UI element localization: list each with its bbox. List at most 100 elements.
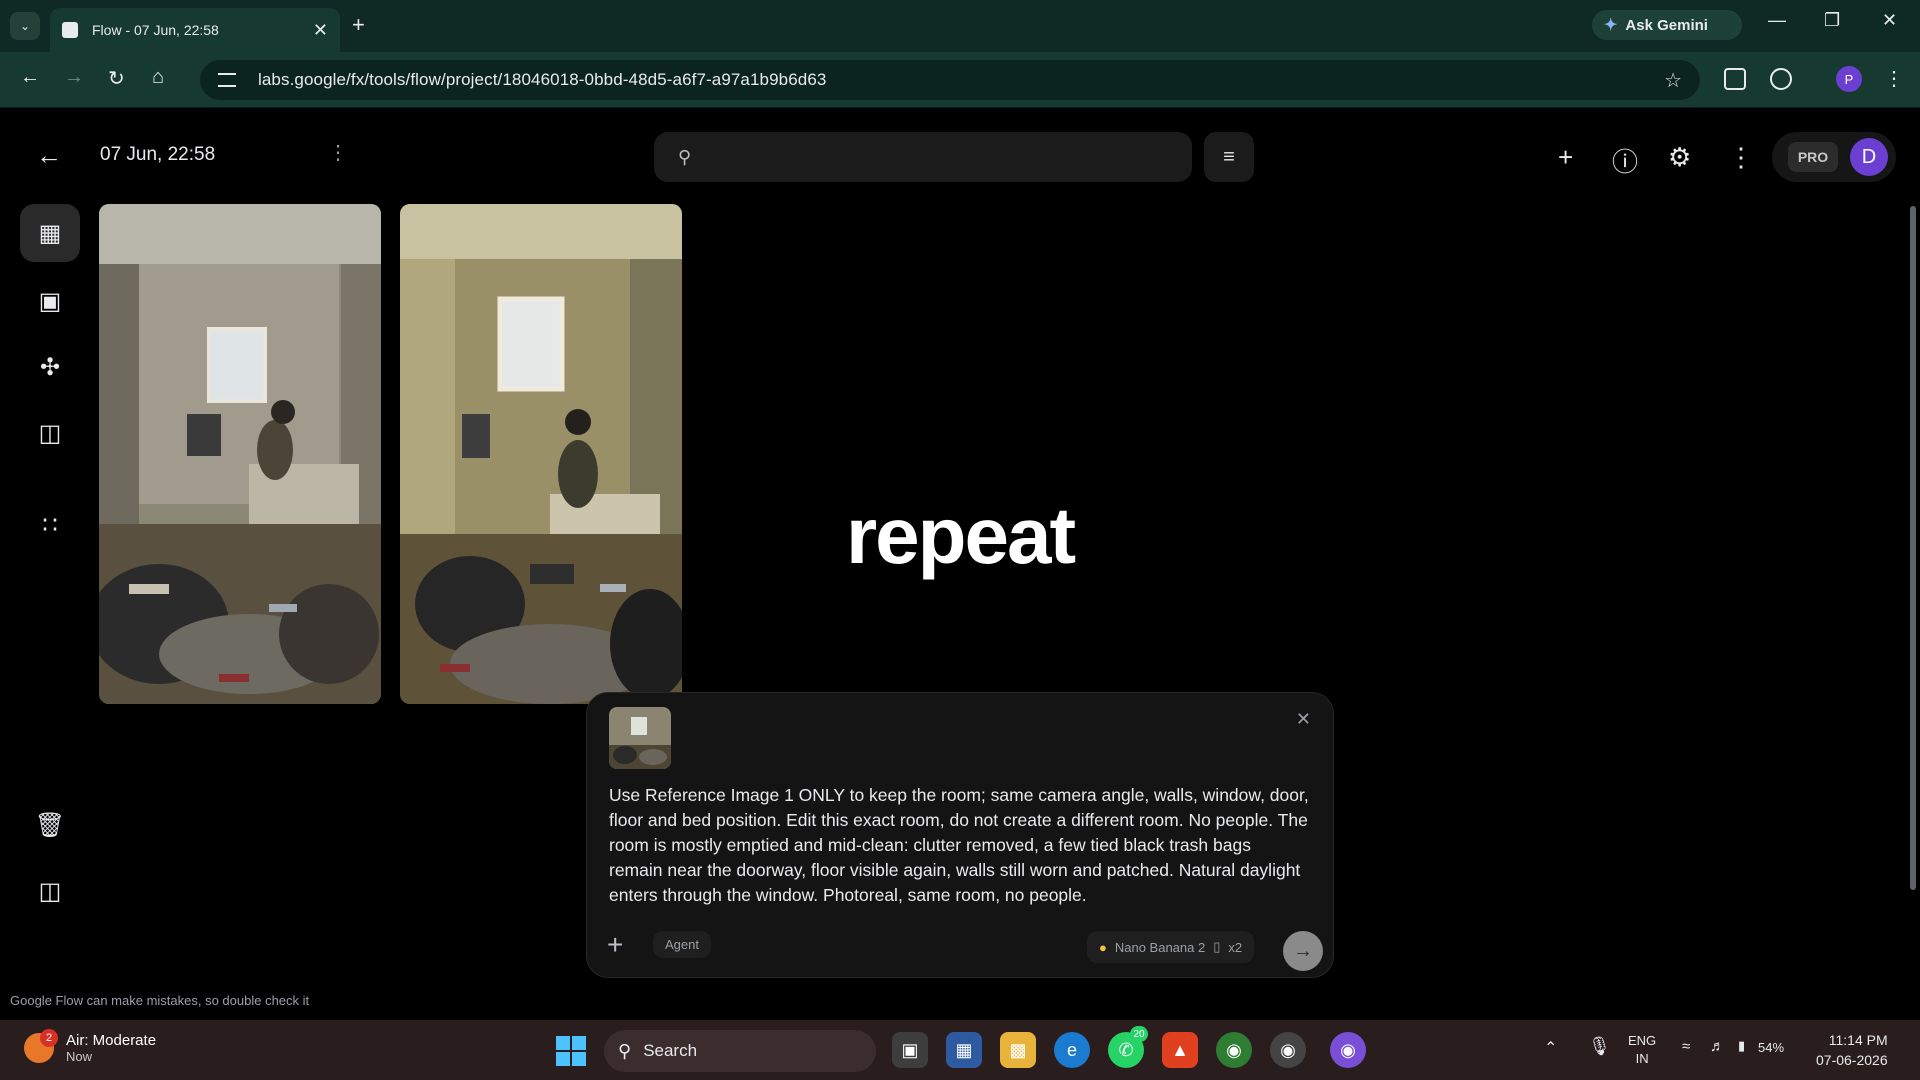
address-bar[interactable]: labs.google/fx/tools/flow/project/180460… [200, 60, 1700, 100]
home-icon[interactable]: ⌂ [152, 66, 164, 89]
window-close-icon[interactable]: ✕ [1882, 10, 1897, 31]
reference-room-image [609, 707, 671, 769]
restore-icon[interactable]: ❐ [1824, 10, 1840, 31]
battery-percent: 54% [1758, 1040, 1785, 1055]
language-bottom: IN [1635, 1051, 1649, 1066]
user-avatar[interactable]: D [1850, 138, 1888, 176]
browser-menu-icon[interactable]: ⋮ [1884, 66, 1904, 91]
chrome-profile-1-icon[interactable]: ◉ [1216, 1032, 1252, 1068]
model-selector[interactable]: ● Nano Banana 2 ▯ x2 [1087, 931, 1255, 963]
weather-subtitle: Now [66, 1049, 93, 1064]
chrome-profile-2-icon[interactable]: ◉ [1270, 1032, 1306, 1068]
apps-sparkle-icon: ∷ [42, 511, 58, 539]
taskbar-search[interactable]: ⚲ Search [604, 1030, 876, 1072]
forward-arrow-icon[interactable]: → [64, 66, 84, 89]
account-group[interactable]: PRO D [1772, 132, 1896, 182]
browser-toolbar: ← → ↻ ⌂ labs.google/fx/tools/flow/projec… [0, 52, 1920, 108]
settings-gear-icon[interactable]: ⚙ [1668, 142, 1691, 173]
rail-panel-button[interactable]: ◫ [20, 862, 80, 920]
microphone-icon[interactable]: 🎙 [1588, 1036, 1611, 1057]
rail-tools-button[interactable]: ∷ [20, 496, 80, 554]
weather-icon: 2 [24, 1029, 58, 1063]
sidebar-panel-icon: ◫ [38, 877, 62, 905]
agent-chip[interactable]: Agent [653, 931, 711, 958]
browser-tab-active[interactable]: Flow - 07 Jun, 22:58 ✕ [50, 8, 340, 52]
wifi-icon[interactable]: ≈ [1682, 1038, 1690, 1055]
tray-overflow-icon[interactable]: ⌃ [1544, 1038, 1557, 1058]
search-input[interactable] [705, 148, 1168, 166]
task-view-icon[interactable]: ▣ [892, 1032, 928, 1068]
prompt-textarea[interactable]: Use Reference Image 1 ONLY to keep the r… [609, 783, 1309, 908]
grid-icon: ▦ [38, 219, 62, 247]
ask-gemini-button[interactable]: ✦ Ask Gemini [1592, 10, 1742, 40]
prompt-close-button[interactable]: ✕ [1296, 709, 1311, 730]
chevron-down-icon: ⌄ [19, 19, 31, 33]
extension-icon[interactable] [1770, 68, 1792, 90]
generated-image-2[interactable] [400, 204, 682, 704]
send-button[interactable]: → [1283, 931, 1323, 971]
weather-title: Air: Moderate [66, 1032, 157, 1049]
model-label: Nano Banana 2 [1114, 939, 1206, 955]
app-back-arrow-icon[interactable]: ← [36, 140, 62, 171]
aspect-ratio-icon: ▯ [1213, 939, 1221, 954]
windows-taskbar: 2 Air: Moderate Now ⚲ Search ▣ ▦ ▩ e ✆ 2… [0, 1020, 1920, 1080]
whatsapp-badge: 20 [1130, 1026, 1148, 1042]
rail-grid-button[interactable]: ▦ [20, 204, 80, 262]
edge-icon[interactable]: e [1054, 1032, 1090, 1068]
whatsapp-icon[interactable]: ✆ 20 [1108, 1026, 1148, 1068]
disclaimer-text: Google Flow can make mistakes, so double… [10, 993, 310, 1008]
minimize-icon[interactable]: — [1768, 10, 1786, 31]
search-icon: ⚲ [618, 1040, 632, 1061]
more-options-icon[interactable]: ⋮ [1728, 142, 1754, 173]
weather-badge: 2 [40, 1029, 58, 1047]
search-icon: ⚲ [678, 146, 692, 167]
chrome-active-icon[interactable]: ◉ [1330, 1032, 1366, 1068]
tab-search-button[interactable]: ⌄ [10, 12, 40, 40]
store-icon[interactable]: ▦ [946, 1032, 982, 1068]
arrow-up-icon: → [1293, 939, 1313, 962]
bookmark-star-icon[interactable]: ☆ [1664, 68, 1682, 93]
windows-start-icon[interactable] [556, 1036, 586, 1066]
battery-icon[interactable]: ▮ [1738, 1038, 1745, 1054]
browser-profile-avatar[interactable]: P [1836, 66, 1862, 92]
generated-image-1[interactable] [99, 204, 381, 704]
favicon-icon [62, 22, 78, 38]
new-tab-button[interactable]: + [352, 12, 365, 38]
reload-icon[interactable]: ↻ [108, 66, 125, 91]
filter-icon: ≡ [1223, 145, 1235, 168]
help-icon[interactable]: ⓘ [1612, 142, 1638, 179]
tab-close-button[interactable]: ✕ [313, 20, 328, 41]
rail-characters-button[interactable]: ✣ [20, 338, 80, 396]
trash-icon: 🗑 [34, 811, 66, 839]
volume-icon[interactable]: ♬ [1710, 1038, 1725, 1055]
rail-trash-button[interactable]: 🗑 [20, 796, 80, 854]
cluttered-room-image-2 [400, 204, 682, 704]
weather-widget[interactable]: 2 Air: Moderate Now [24, 1029, 157, 1064]
image-icon: ▣ [38, 287, 62, 315]
url-text: labs.google/fx/tools/flow/project/180460… [258, 70, 827, 89]
rail-images-button[interactable]: ▣ [20, 272, 80, 330]
page-scrollbar[interactable] [1910, 206, 1916, 890]
add-reference-button[interactable]: + [607, 929, 623, 961]
gemini-sparkle-icon: ✦ [1604, 17, 1618, 34]
tab-title: Flow - 07 Jun, 22:58 [92, 22, 219, 38]
add-icon[interactable]: + [1558, 142, 1573, 173]
person-icon: ✣ [39, 353, 61, 381]
reference-image-thumbnail[interactable] [609, 707, 671, 769]
language-indicator[interactable]: ENG IN [1628, 1032, 1656, 1068]
file-explorer-icon[interactable]: ▩ [1000, 1032, 1036, 1068]
overlay-caption: repeat [846, 491, 1076, 580]
project-more-icon[interactable]: ⋮ [328, 140, 348, 165]
filter-button[interactable]: ≡ [1204, 132, 1254, 182]
prompt-panel: ✕ Use Reference Image 1 ONLY to keep the… [586, 692, 1334, 978]
rail-videos-button[interactable]: ◫ [20, 404, 80, 462]
incognito-icon[interactable] [1724, 68, 1746, 90]
search-bar: ⚲ [654, 132, 1192, 182]
project-title: 07 Jun, 22:58 [100, 144, 216, 165]
back-arrow-icon[interactable]: ← [20, 66, 40, 89]
system-clock[interactable]: 11:14 PM 07-06-2026 [1816, 1030, 1888, 1070]
browser-titlebar: ⌄ Flow - 07 Jun, 22:58 ✕ + ✦ Ask Gemini … [0, 0, 1920, 52]
brave-icon[interactable]: ▲ [1162, 1032, 1198, 1068]
taskbar-search-label: Search [643, 1041, 698, 1060]
site-settings-icon[interactable] [218, 73, 236, 87]
